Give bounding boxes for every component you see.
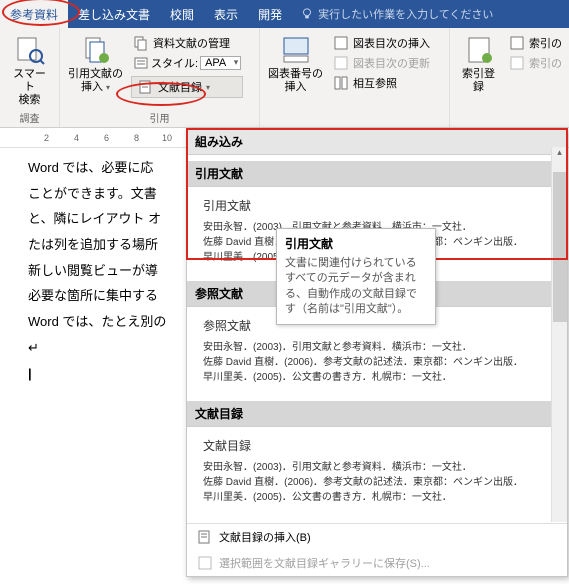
tooltip-body: 文書に関連付けられているすべての元データが含まれる、自動作成の文献目録です（名前… — [285, 256, 427, 318]
bibliography-gallery: 組み込み 引用文献 引用文献 安田永智．(2003)．引用文献と参考資料．横浜市… — [186, 128, 568, 577]
tab-develop[interactable]: 開発 — [248, 0, 292, 28]
gallery-builtin-header: 組み込み — [187, 129, 567, 155]
group-citations: 引用文献の挿入 ▾ 資料文献の管理 スタイル: APA 文献目録 ▾ — [60, 28, 260, 127]
mark-index-button[interactable]: 索引登録 — [454, 30, 503, 112]
insert-index-icon — [509, 35, 525, 51]
tell-me-search[interactable]: 実行したい作業を入力してください — [300, 6, 493, 22]
gallery-section-1: 引用文献 — [187, 161, 567, 187]
tof-icon — [333, 35, 349, 51]
lightbulb-icon — [300, 7, 314, 21]
group-label-research: 調査 — [4, 108, 55, 127]
group-index: 索引登録 索引の 索引の — [450, 28, 568, 127]
caption-icon — [280, 34, 312, 66]
insert-tof-button[interactable]: 図表目次の挿入 — [331, 34, 432, 52]
scroll-up-icon[interactable]: ▴ — [552, 147, 567, 158]
gallery-section-3: 文献目録 — [187, 401, 567, 427]
ribbon-tabs: 参考資料 差し込み文書 校閲 表示 開発 実行したい作業を入力してください — [0, 0, 569, 28]
crossref-icon — [333, 75, 349, 91]
insert-index-button[interactable]: 索引の — [507, 34, 564, 52]
smart-lookup-button[interactable]: スマート検索 — [4, 30, 55, 108]
group-captions: 図表番号の挿入 図表目次の挿入 図表目次の更新 相互参照 — [260, 28, 450, 127]
save-gallery-icon — [197, 555, 213, 571]
insert-citation-icon — [80, 34, 112, 66]
tab-mailmerge[interactable]: 差し込み文書 — [68, 0, 160, 28]
insert-caption-button[interactable]: 図表番号の挿入 — [264, 30, 327, 112]
chevron-down-icon: ▾ — [206, 83, 210, 92]
index-mark-icon — [463, 34, 495, 66]
tell-me-placeholder: 実行したい作業を入力してください — [318, 6, 493, 22]
tab-reference[interactable]: 参考資料 — [0, 0, 68, 28]
bibliography-dropdown[interactable]: 文献目録 ▾ — [131, 76, 243, 98]
ribbon-panel: スマート検索 調査 引用文献の挿入 ▾ 資料文献の管理 スタイル: APA — [0, 28, 569, 128]
style-value[interactable]: APA — [200, 56, 241, 70]
group-label-citations: 引用 — [64, 108, 255, 127]
insert-bib-icon — [197, 529, 213, 545]
update-tof-button[interactable]: 図表目次の更新 — [331, 54, 432, 72]
manage-sources-icon — [133, 35, 149, 51]
save-to-gallery-button: 選択範囲を文献目録ギャラリーに保存(S)... — [187, 550, 567, 576]
gallery-scrollbar[interactable]: ▴ — [551, 147, 567, 522]
tooltip-title: 引用文献 — [285, 235, 427, 252]
insert-bibliography-button[interactable]: 文献目録の挿入(B) — [187, 524, 567, 550]
update-tof-icon — [333, 55, 349, 71]
citation-style-select[interactable]: スタイル: APA — [131, 54, 243, 72]
group-research: スマート検索 調査 — [0, 28, 60, 127]
update-index-icon — [509, 55, 525, 71]
bibliography-icon — [138, 79, 154, 95]
insert-citation-button[interactable]: 引用文献の挿入 ▾ — [64, 30, 127, 108]
tab-view[interactable]: 表示 — [204, 0, 248, 28]
gallery-footer: 文献目録の挿入(B) 選択範囲を文献目録ギャラリーに保存(S)... — [187, 523, 567, 576]
tab-review[interactable]: 校閲 — [160, 0, 204, 28]
style-icon — [133, 55, 149, 71]
tooltip: 引用文献 文書に関連付けられているすべての元データが含まれる、自動作成の文献目録… — [276, 228, 436, 325]
cross-reference-button[interactable]: 相互参照 — [331, 74, 432, 92]
manage-sources-button[interactable]: 資料文献の管理 — [131, 34, 243, 52]
scroll-thumb[interactable] — [553, 172, 567, 322]
smart-lookup-icon — [14, 34, 46, 66]
update-index-button[interactable]: 索引の — [507, 54, 564, 72]
gallery-item-bibliography[interactable]: 文献目録 安田永智．(2003)．引用文献と参考資料．横浜市：一文社． 佐藤 D… — [195, 431, 559, 513]
